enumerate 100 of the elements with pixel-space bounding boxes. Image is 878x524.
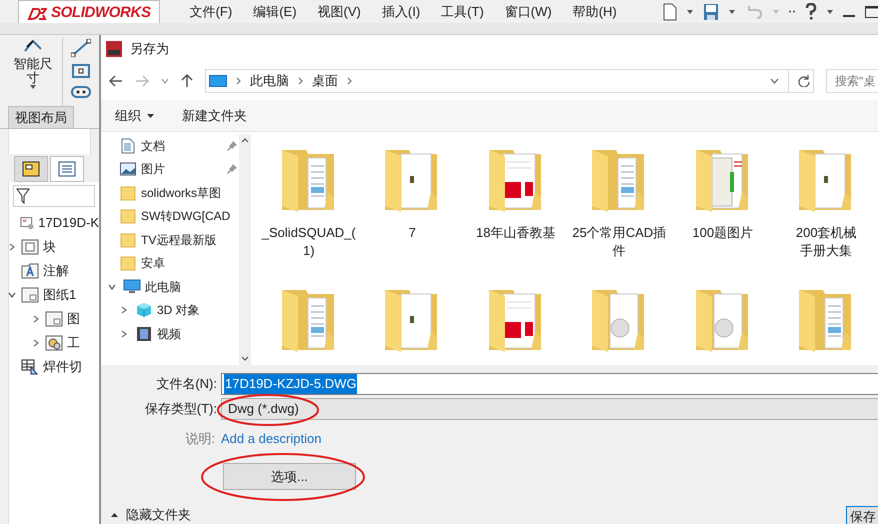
tree-item[interactable]: 块 xyxy=(43,237,56,257)
caret-icon[interactable] xyxy=(686,10,693,14)
organize-button[interactable]: 组织 xyxy=(115,106,154,126)
file-label[interactable]: 7 xyxy=(408,224,416,242)
options-button[interactable]: 选项... xyxy=(223,463,356,490)
file-label[interactable]: 100题图片 xyxy=(692,224,754,242)
tree-item[interactable]: 17D19D-K xyxy=(38,213,99,233)
chevron-right-icon[interactable] xyxy=(8,243,16,251)
film-icon xyxy=(136,326,152,342)
cube-icon xyxy=(136,302,152,318)
tab-icon[interactable] xyxy=(50,156,84,182)
description-link[interactable]: Add a description xyxy=(221,429,322,449)
chevron-right-icon xyxy=(236,77,241,85)
chevron-right-icon xyxy=(347,77,352,85)
tree-item[interactable]: 焊件切 xyxy=(43,357,82,377)
caret-icon[interactable] xyxy=(728,10,735,14)
tree-item[interactable]: 图 xyxy=(67,309,80,329)
more-icon[interactable] xyxy=(788,10,795,13)
refresh-icon[interactable] xyxy=(798,75,810,87)
computer-icon xyxy=(209,75,227,87)
nav-item[interactable]: SW转DWG[CAD xyxy=(141,207,230,226)
menu-item[interactable]: 帮助(H) xyxy=(572,2,617,22)
note-icon xyxy=(21,263,39,279)
menu-item[interactable]: 插入(I) xyxy=(382,2,420,22)
chevron-down-icon[interactable] xyxy=(8,291,16,299)
menu-item[interactable]: 文件(F) xyxy=(190,2,232,22)
logo-mark-icon xyxy=(27,6,47,20)
file-label[interactable]: _SolidSQUAD_( 1) xyxy=(262,224,356,260)
save-type-dropdown[interactable]: Dwg (*.dwg) xyxy=(221,398,878,420)
menu-item[interactable]: 工具(T) xyxy=(441,2,484,22)
breadcrumb-item[interactable]: 此电脑 xyxy=(250,71,289,91)
smart-dimension-button[interactable]: 智能尺寸 xyxy=(12,37,54,107)
chevron-right-icon xyxy=(298,77,303,85)
dialog-title: 另存为 xyxy=(130,40,169,58)
nav-item[interactable]: 视频 xyxy=(157,324,181,343)
scroll-up-icon[interactable] xyxy=(241,138,249,143)
tree-item[interactable]: 注解 xyxy=(43,261,69,281)
new-folder-button[interactable]: 新建文件夹 xyxy=(182,106,247,126)
logo-text: SOLIDWORKS xyxy=(51,3,151,24)
folder-icon xyxy=(120,255,136,272)
line-icon[interactable] xyxy=(71,39,91,57)
file-name-field[interactable]: 17D19D-KZJD-5.DWG xyxy=(221,373,878,395)
drawing-icon xyxy=(20,215,34,231)
nav-item[interactable]: TV远程最新版 xyxy=(141,230,216,249)
folder-icon xyxy=(120,184,136,201)
help-icon[interactable] xyxy=(804,2,817,20)
folder-icon xyxy=(120,232,136,248)
gear-icon xyxy=(45,335,63,351)
chevron-right-icon[interactable] xyxy=(32,339,40,347)
tree-item[interactable]: 工 xyxy=(67,333,80,353)
chevron-down-icon[interactable] xyxy=(108,282,116,291)
save-icon[interactable] xyxy=(702,2,719,20)
property-icon xyxy=(22,161,40,177)
caret-icon[interactable] xyxy=(826,10,833,14)
app-icon xyxy=(106,40,122,56)
nav-item[interactable]: 3D 对象 xyxy=(157,301,200,320)
chevron-down-icon[interactable] xyxy=(770,78,779,84)
picture-icon xyxy=(120,162,136,176)
file-label[interactable]: 200套机械 手册大集 xyxy=(796,224,857,260)
filter-field[interactable] xyxy=(13,185,95,207)
caret-icon xyxy=(147,114,154,118)
field-label: 保存类型(T): xyxy=(144,400,218,418)
breadcrumb-item[interactable]: 桌面 xyxy=(312,71,338,91)
block-icon xyxy=(21,239,39,255)
menu-item[interactable]: 窗口(W) xyxy=(504,2,552,22)
tab[interactable]: 视图布局 xyxy=(8,106,74,128)
nav-item[interactable]: solidworks草图 xyxy=(141,184,222,202)
caret-up-icon xyxy=(111,513,118,517)
save-button[interactable]: 保存 xyxy=(846,506,878,524)
nav-item[interactable]: 此电脑 xyxy=(145,278,181,296)
menu-item[interactable]: 编辑(E) xyxy=(253,2,297,22)
menu-item[interactable]: 视图(V) xyxy=(318,2,361,22)
document-icon xyxy=(121,138,135,154)
new-document-icon[interactable] xyxy=(662,2,677,20)
hide-folders-button[interactable]: 隐藏文件夹 xyxy=(111,505,191,524)
address-bar[interactable]: 此电脑 桌面 xyxy=(205,69,814,93)
scroll-down-icon[interactable] xyxy=(241,356,249,361)
tab-icon[interactable] xyxy=(14,156,48,182)
field-label: 文件名(N): xyxy=(155,375,218,394)
nav-item[interactable]: 安卓 xyxy=(141,254,165,272)
slot-icon[interactable] xyxy=(71,85,91,99)
sheet-icon xyxy=(21,287,39,303)
chevron-right-icon[interactable] xyxy=(32,315,40,323)
chevron-down-icon[interactable] xyxy=(161,78,169,84)
file-label[interactable]: 25个常用CAD插 件 xyxy=(572,224,666,260)
file-label[interactable]: 18年山香教基 xyxy=(476,224,556,242)
chevron-right-icon[interactable] xyxy=(120,330,128,338)
folder-icon xyxy=(120,208,136,224)
chevron-right-icon[interactable] xyxy=(120,306,128,314)
nav-item[interactable]: 文档 xyxy=(141,136,165,155)
rectangle-icon[interactable] xyxy=(71,63,91,79)
table-icon xyxy=(21,359,39,375)
back-icon[interactable] xyxy=(109,75,123,87)
tree-item[interactable]: 图纸1 xyxy=(43,285,76,305)
up-arrow-icon[interactable] xyxy=(181,74,193,88)
maximize-icon[interactable] xyxy=(864,6,878,18)
computer-icon xyxy=(123,278,141,295)
caret-icon xyxy=(30,85,36,89)
search-field[interactable]: 搜索"桌 xyxy=(826,69,878,93)
nav-item[interactable]: 图片 xyxy=(141,160,165,178)
